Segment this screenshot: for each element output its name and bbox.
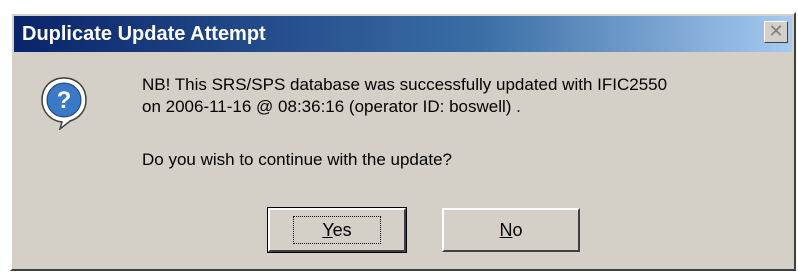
yes-button-label: Yes — [293, 216, 381, 244]
message-line-1: NB! This SRS/SPS database was successful… — [142, 75, 668, 94]
close-icon: ✕ — [768, 21, 784, 41]
no-button-label: No — [499, 220, 522, 240]
question-text: Do you wish to continue with the update? — [142, 150, 452, 169]
no-button[interactable]: No — [442, 208, 580, 252]
yes-button[interactable]: Yes — [267, 207, 407, 253]
yes-access-key: Y — [322, 220, 333, 240]
dialog-window: Duplicate Update Attempt ✕ ? NB! This SR… — [10, 12, 796, 271]
message-text: NB! This SRS/SPS database was successful… — [142, 74, 782, 118]
close-button[interactable]: ✕ — [764, 21, 788, 43]
yes-label-rest: es — [332, 220, 352, 240]
svg-text:?: ? — [57, 87, 72, 114]
question-mark-balloon-icon: ? — [41, 77, 87, 130]
message-line-2: on 2006-11-16 @ 08:36:16 (operator ID: b… — [142, 97, 521, 116]
no-access-key: N — [499, 220, 513, 240]
dialog-title: Duplicate Update Attempt — [22, 23, 266, 45]
no-label-rest: o — [512, 220, 523, 240]
title-bar[interactable]: Duplicate Update Attempt ✕ — [14, 16, 792, 52]
